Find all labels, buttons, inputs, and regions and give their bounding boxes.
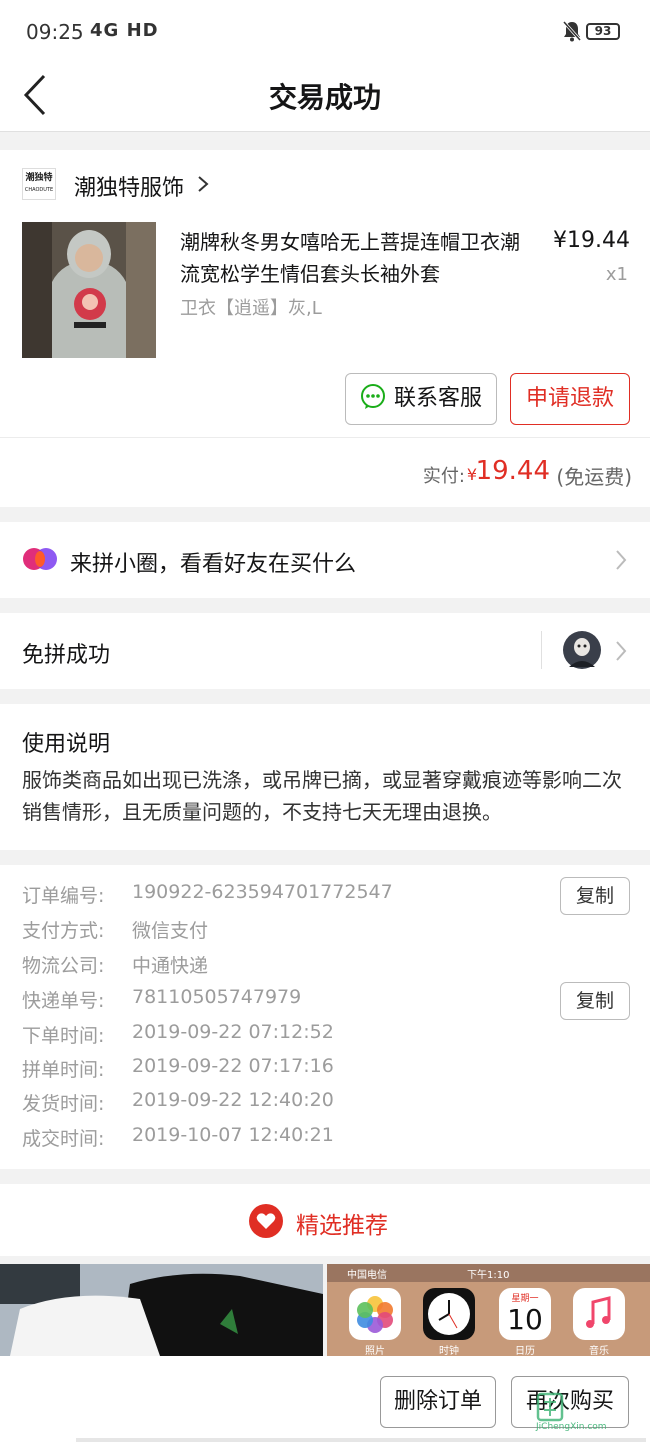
- chat-bubble-icon: [360, 384, 385, 409]
- watermark-logo-icon: [536, 1392, 564, 1422]
- product-quantity: x1: [605, 264, 628, 285]
- usage-text: 服饰类商品如出现已洗涤，或吊牌已摘，或显著穿戴痕迹等影响二次销售情形，且无质量问…: [22, 768, 622, 824]
- divider: [541, 631, 542, 669]
- signal-indicator: 4G HD: [90, 20, 159, 41]
- delete-order-button[interactable]: 删除订单: [380, 1376, 496, 1428]
- payment-row: 实付: ¥ 19.44 (免运费): [0, 437, 650, 507]
- calendar-app-icon: 星期一 10: [499, 1288, 551, 1340]
- status-time: 09:25: [26, 20, 84, 44]
- recommend-header: 精选推荐: [0, 1184, 650, 1256]
- order-info: 订单编号: 190922-623594701772547 复制 支付方式: 微信…: [0, 865, 650, 1169]
- product-image[interactable]: [22, 222, 156, 358]
- battery-icon: 93: [586, 23, 620, 40]
- copy-tracking-number-button[interactable]: 复制: [560, 982, 630, 1020]
- bottom-action-bar: 删除订单 再次购买 JiChengXin.com: [0, 1356, 650, 1444]
- payment-method-label: 支付方式:: [22, 920, 105, 942]
- payment-method-value: 微信支付: [132, 920, 209, 942]
- logistics-company-value: 中通快递: [132, 955, 209, 977]
- logistics-company-label: 物流公司:: [22, 955, 105, 977]
- contact-service-label: 联系客服: [393, 386, 482, 411]
- paid-amount: 19.44: [475, 456, 550, 486]
- recommend-item-2[interactable]: 中国电信 下午1:10 星期一 10 照片 时钟 日历 音乐: [327, 1264, 650, 1356]
- clock-app-icon: [423, 1288, 475, 1340]
- group-time-value: 2019-09-22 07:17:16: [132, 1055, 334, 1077]
- friend-circle-row[interactable]: 来拼小圈，看看好友在买什么: [0, 522, 650, 598]
- watermark: JiChengXin.com: [536, 1392, 636, 1432]
- usage-title: 使用说明: [22, 732, 111, 757]
- scroll-indicator: [76, 1438, 646, 1442]
- friend-circle-text: 来拼小圈，看看好友在买什么: [70, 552, 357, 577]
- shop-logo-bottom: CHAODUTE: [24, 187, 54, 193]
- tracking-number-value: 78110505747979: [132, 986, 302, 1008]
- paid-label: 实付:: [422, 466, 465, 487]
- app-label-calendar: 日历: [515, 1346, 535, 1356]
- watermark-text: JiChengXin.com: [536, 1422, 607, 1432]
- status-bar: 09:25 4G HD 93: [0, 0, 650, 62]
- product-price: ¥19.44: [553, 228, 630, 253]
- nav-bar: 交易成功: [0, 62, 650, 132]
- circle-logo-icon: [23, 548, 57, 570]
- thumb-time: 下午1:10: [467, 1270, 510, 1281]
- chevron-right-icon: [616, 550, 627, 570]
- clock-face-icon: [428, 1293, 470, 1335]
- tracking-number-label: 快递单号:: [22, 990, 105, 1012]
- photos-app-icon: [349, 1288, 401, 1340]
- recommend-item-1[interactable]: [0, 1264, 323, 1356]
- thumb-carrier: 中国电信: [347, 1270, 387, 1281]
- group-status-row[interactable]: 免拼成功: [0, 613, 650, 689]
- photos-flower-icon: [357, 1296, 393, 1333]
- music-note-icon: [586, 1296, 611, 1328]
- mute-bell-icon: [562, 21, 582, 42]
- tshirt-illustration: [0, 1264, 323, 1356]
- product-title[interactable]: 潮牌秋冬男女嘻哈无上菩提连帽卫衣潮流宽松学生情侣套头长袖外套: [180, 226, 525, 290]
- order-number-value: 190922-623594701772547: [132, 881, 393, 903]
- contact-service-button[interactable]: 联系客服: [345, 373, 497, 425]
- shop-logo-top: 潮独特: [25, 173, 53, 183]
- refund-button[interactable]: 申请退款: [510, 373, 630, 425]
- order-time-value: 2019-09-22 07:12:52: [132, 1021, 334, 1043]
- app-label-photos: 照片: [365, 1346, 385, 1356]
- recommend-title: 精选推荐: [296, 1213, 388, 1239]
- app-label-music: 音乐: [589, 1346, 609, 1356]
- screen: 09:25 4G HD 93 交易成功 潮独特 CHAODUTE 潮独特服饰 潮…: [0, 0, 650, 1444]
- shop-logo[interactable]: 潮独特 CHAODUTE: [22, 168, 56, 200]
- product-sku: 卫衣【逍遥】灰,L: [180, 298, 322, 319]
- app-label-clock: 时钟: [439, 1346, 459, 1356]
- order-time-label: 下单时间:: [22, 1025, 105, 1047]
- order-number-label: 订单编号:: [22, 885, 105, 907]
- shop-name[interactable]: 潮独特服饰: [74, 170, 184, 202]
- shipping-note: (免运费): [556, 465, 632, 489]
- hoodie-illustration: [22, 222, 156, 358]
- ship-time-value: 2019-09-22 12:40:20: [132, 1089, 334, 1111]
- deal-time-value: 2019-10-07 12:40:21: [132, 1124, 334, 1146]
- order-card: 潮独特 CHAODUTE 潮独特服饰 潮牌秋冬男女嘻哈无上菩提连帽卫衣潮流宽松学…: [0, 150, 650, 507]
- usage-instructions: 使用说明 服饰类商品如出现已洗涤，或吊牌已摘，或显著穿戴痕迹等影响二次销售情形，…: [0, 704, 650, 850]
- group-status-text: 免拼成功: [22, 643, 111, 668]
- battery-level: 93: [594, 24, 612, 38]
- heart-icon: [249, 1204, 283, 1238]
- deal-time-label: 成交时间:: [22, 1128, 105, 1150]
- chevron-right-icon[interactable]: [196, 174, 210, 194]
- page-title: 交易成功: [268, 81, 381, 114]
- copy-order-number-button[interactable]: 复制: [560, 877, 630, 915]
- ship-time-label: 发货时间:: [22, 1093, 105, 1115]
- calendar-date: 10: [507, 1303, 543, 1336]
- group-time-label: 拼单时间:: [22, 1059, 105, 1081]
- chevron-right-icon: [616, 641, 627, 661]
- music-app-icon: [573, 1288, 625, 1340]
- avatar: [563, 631, 601, 669]
